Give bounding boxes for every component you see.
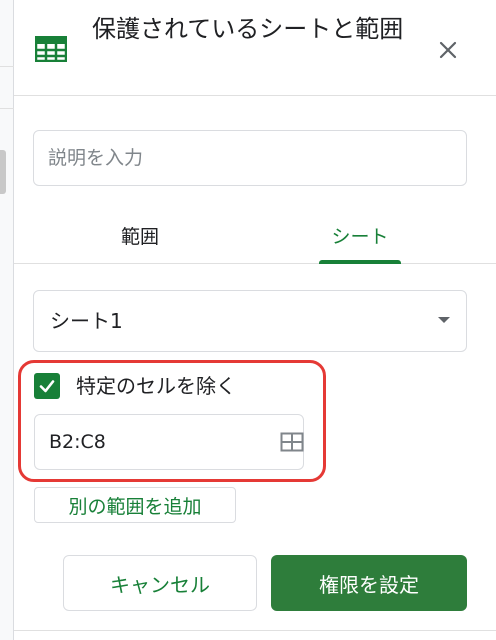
- sheet-select-value: シート1: [50, 309, 123, 333]
- active-tab-indicator: [319, 260, 401, 264]
- checkmark-icon: [39, 380, 55, 393]
- close-icon: [439, 41, 457, 59]
- panel-title: 保護されているシートと範囲: [92, 15, 404, 43]
- tab-range[interactable]: 範囲: [80, 206, 200, 264]
- grid-select-icon[interactable]: [280, 432, 304, 452]
- except-cells-checkbox[interactable]: [34, 373, 60, 399]
- add-another-range-button[interactable]: 別の範囲を追加: [34, 487, 236, 523]
- description-input[interactable]: [33, 130, 467, 186]
- range-sheet-tabs: 範囲 シート: [14, 206, 496, 264]
- spreadsheet-grid-edge: [0, 0, 14, 640]
- protected-sheets-panel: 保護されているシートと範囲 範囲 シート シート1 特定のセルを除く B2:C8: [14, 0, 496, 640]
- panel-header: 保護されているシートと範囲: [14, 0, 496, 96]
- close-button[interactable]: [432, 34, 464, 66]
- tab-sheet[interactable]: シート: [319, 206, 401, 264]
- grid-row-line: [0, 108, 14, 109]
- except-range-input[interactable]: B2:C8: [34, 414, 304, 470]
- scrollbar-thumb[interactable]: [0, 150, 6, 194]
- cancel-button[interactable]: キャンセル: [63, 555, 257, 611]
- dropdown-caret-icon: [438, 317, 450, 323]
- sheet-select[interactable]: シート1: [33, 290, 467, 352]
- set-permissions-button[interactable]: 権限を設定: [271, 555, 467, 611]
- google-sheets-icon: [35, 36, 67, 62]
- bottom-divider: [14, 630, 496, 631]
- except-range-value: B2:C8: [49, 431, 106, 453]
- except-cells-label[interactable]: 特定のセルを除く: [76, 370, 236, 402]
- grid-row-line: [0, 66, 14, 67]
